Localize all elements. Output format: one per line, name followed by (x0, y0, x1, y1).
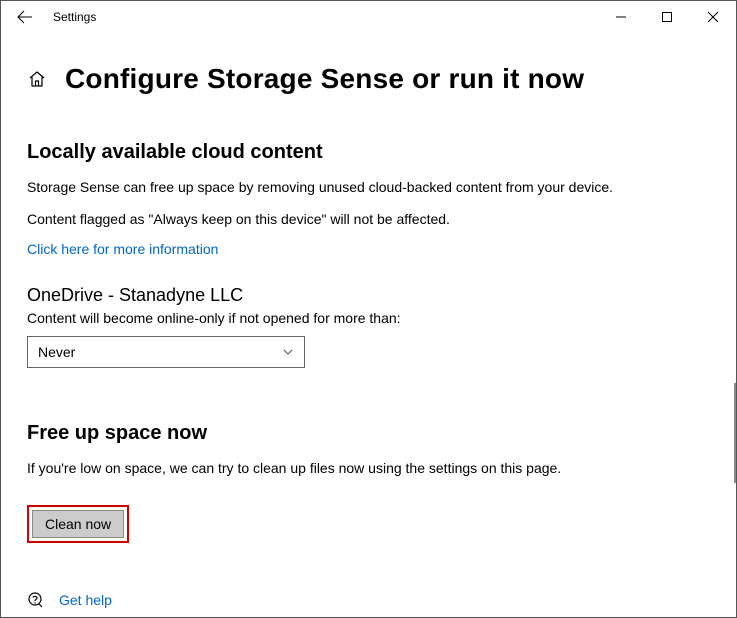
scrollbar[interactable] (734, 383, 736, 483)
freeup-section-heading: Free up space now (27, 422, 710, 445)
back-button[interactable] (9, 1, 41, 33)
get-help-link[interactable]: Get help (59, 592, 112, 608)
onedrive-label: Content will become online-only if not o… (27, 310, 710, 326)
minimize-icon (616, 12, 626, 22)
clean-now-button[interactable]: Clean now (32, 510, 124, 538)
close-button[interactable] (690, 1, 736, 33)
help-row: Get help (27, 591, 710, 609)
highlight-box: Clean now (27, 505, 129, 543)
more-info-link[interactable]: Click here for more information (27, 241, 218, 257)
page-header: Configure Storage Sense or run it now (27, 63, 710, 95)
chevron-down-icon (282, 346, 294, 358)
minimize-button[interactable] (598, 1, 644, 33)
dropdown-selected-value: Never (38, 344, 75, 360)
close-icon (708, 12, 718, 22)
window-titlebar: Settings (1, 1, 736, 33)
maximize-icon (662, 12, 672, 22)
page-title: Configure Storage Sense or run it now (65, 63, 584, 95)
cloud-text-1: Storage Sense can free up space by remov… (27, 178, 710, 198)
home-button[interactable] (27, 69, 47, 89)
window-title: Settings (53, 10, 96, 24)
home-icon (28, 70, 46, 88)
freeup-text: If you're low on space, we can try to cl… (27, 459, 710, 479)
arrow-left-icon (17, 9, 33, 25)
cloud-section-heading: Locally available cloud content (27, 141, 710, 164)
onedrive-threshold-dropdown[interactable]: Never (27, 336, 305, 368)
help-icon (27, 591, 45, 609)
window-controls (598, 1, 736, 33)
cloud-text-2: Content flagged as "Always keep on this … (27, 210, 710, 230)
maximize-button[interactable] (644, 1, 690, 33)
content-area: Configure Storage Sense or run it now Lo… (1, 33, 736, 617)
onedrive-heading: OneDrive - Stanadyne LLC (27, 285, 710, 306)
